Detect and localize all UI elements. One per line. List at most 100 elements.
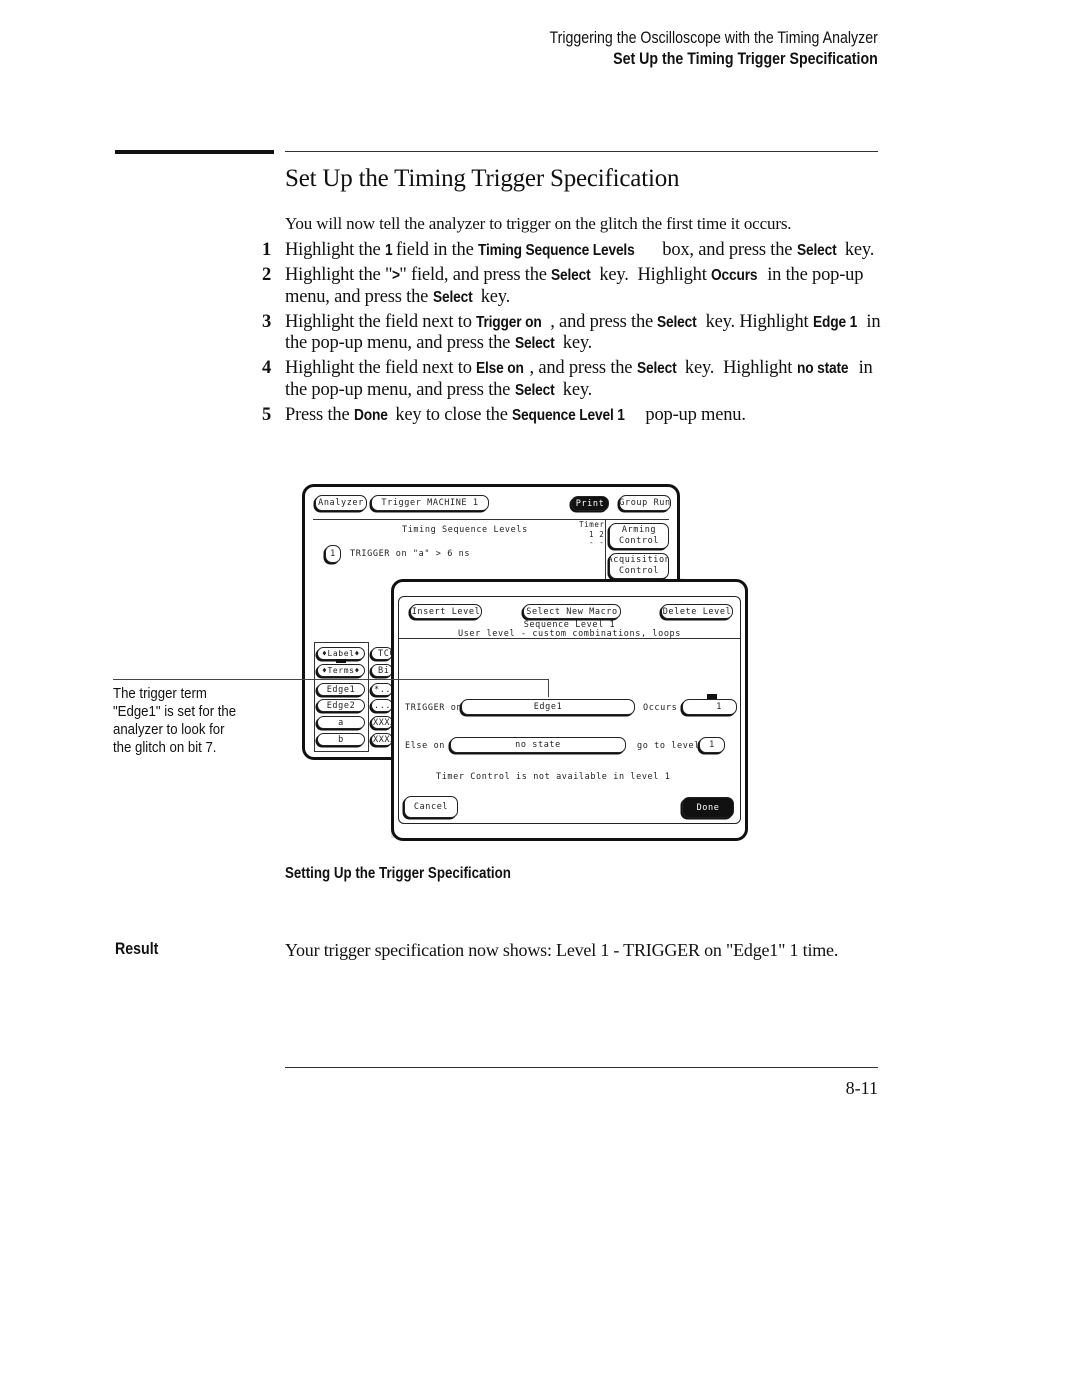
ui-keyword: Edge 1 (812, 313, 858, 331)
step-text-run: , and press the (550, 311, 658, 332)
section-title: Set Up the Timing Trigger Specification (285, 165, 680, 192)
arming-control-button[interactable]: Arming Control (609, 523, 669, 549)
term-value-b[interactable]: XXXX (371, 733, 393, 746)
acquisition-control-line2: Control (618, 566, 660, 576)
term-a[interactable]: a (317, 716, 365, 729)
ui-keyword: Timing Sequence Levels (478, 242, 635, 259)
term-value-a[interactable]: XXXX (371, 716, 393, 729)
ui-keyword: Else on (476, 360, 524, 377)
callout-line-4: the glitch on bit 7. (113, 739, 217, 756)
group-run-button[interactable]: Group Run (619, 495, 671, 511)
insert-level-button[interactable]: Insert Level (410, 604, 482, 619)
ui-keyword: Done (353, 406, 388, 424)
level-1-button[interactable]: 1 (325, 545, 341, 563)
step-item: 3 Highlight the field next to Trigger on,… (262, 312, 882, 355)
term-b[interactable]: b (317, 733, 365, 746)
ui-keyword: Select (551, 267, 591, 284)
step-number: 4 (262, 358, 272, 378)
step-text-run: key. Highlight (594, 265, 712, 285)
occurs-label: Occurs (643, 703, 678, 713)
go-to-level-field[interactable]: 1 (699, 737, 725, 753)
timer-label: Timer (579, 520, 605, 529)
intro-paragraph: You will now tell the analyzer to trigge… (285, 214, 792, 233)
else-on-label: Else on (405, 741, 446, 751)
step-text-run: pop-up menu. (641, 404, 746, 425)
step-text-run: key to close the (390, 404, 513, 425)
go-to-level-label: go to level (637, 741, 700, 751)
figure-caption: Setting Up the Trigger Specification (285, 865, 511, 882)
step-number: 5 (262, 404, 272, 425)
cancel-button[interactable]: Cancel (404, 796, 458, 818)
acquisition-control-button[interactable]: Acquisition Control (609, 553, 669, 579)
done-button[interactable]: Done (682, 797, 734, 818)
callout-leader-line (113, 679, 549, 680)
result-label: Result (115, 940, 159, 958)
arming-control-line1: Arming (621, 525, 657, 535)
callout-line-1: The trigger term (113, 685, 207, 702)
callout-line-3: analyzer to look for (113, 721, 225, 738)
step-text: Highlight the field next to Else on , and… (285, 358, 882, 401)
step-text-run: field in the (391, 240, 479, 260)
else-on-field[interactable]: no state (450, 737, 626, 753)
terms-button[interactable]: ♦Terms♦ (317, 664, 365, 677)
section-header: Set Up the Timing Trigger Specification (613, 50, 878, 68)
section-rule-thin (285, 151, 878, 152)
trigger-on-label: TRIGGER on (405, 703, 463, 713)
term-value-edge2[interactable]: ... (371, 699, 393, 712)
chapter-title: Triggering the Oscilloscope with the Tim… (549, 29, 878, 47)
step-text-run: key. (558, 333, 593, 353)
step-text-run: " field, and press the (399, 265, 552, 285)
popup-divider (399, 638, 740, 639)
print-button[interactable]: Print (571, 496, 609, 511)
page-number: 8-11 (845, 1078, 878, 1098)
timing-sequence-title: Timing Sequence Levels (402, 525, 528, 535)
step-text-run: box, and press the (657, 240, 797, 260)
callout-line-2: "Edge1" is set for the (113, 703, 237, 720)
callout-leader-tick (548, 679, 549, 697)
section-rule-thick (115, 150, 274, 154)
trigger-on-field[interactable]: Edge1 (461, 699, 635, 715)
ui-keyword: Select (636, 360, 677, 377)
step-text-run: Press the (285, 404, 354, 425)
running-header: Triggering the Oscilloscope with the Tim… (550, 28, 878, 70)
ui-keyword: Trigger on (476, 313, 542, 331)
step-text-run: key. (558, 379, 593, 400)
occurs-field[interactable]: 1 (682, 699, 737, 715)
sequence-level-popup: Insert Level Select New Macro Delete Lev… (391, 579, 748, 841)
step-text-run: key. Highlight (701, 311, 813, 332)
connector-icon (336, 659, 346, 663)
side-divider (605, 519, 606, 581)
footer-rule (285, 1067, 878, 1068)
analyzer-button[interactable]: Analyzer (315, 495, 367, 511)
level-1-description: TRIGGER on "a" > 6 ns (350, 549, 471, 559)
result-text: Your trigger specification now shows: Le… (285, 940, 839, 960)
trigger-machine-button[interactable]: Trigger MACHINE 1 (371, 495, 489, 511)
step-item: 1 Highlight the 1 field in the Timing Seq… (262, 240, 882, 262)
step-text-run: Highlight the (285, 240, 385, 260)
term-edge1[interactable]: Edge1 (317, 683, 365, 696)
delete-level-button[interactable]: Delete Level (661, 604, 733, 619)
callout-text: The trigger term "Edge1" is set for the … (113, 685, 245, 757)
ui-keyword: Select (514, 381, 555, 399)
step-item: 5 Press the Done key to close the Sequenc… (262, 405, 882, 427)
ui-keyword: Select (657, 313, 697, 331)
step-text: Highlight the field next to Trigger on , … (285, 312, 882, 355)
step-text-run: Highlight the " (285, 265, 393, 285)
ui-keyword: > (392, 267, 401, 284)
step-text-run: Highlight the field next to (285, 358, 477, 378)
step-text-run: key. (476, 286, 511, 307)
step-text: Press the Done key to close the Sequence… (285, 405, 882, 427)
term-edge2[interactable]: Edge2 (317, 699, 365, 712)
term-value-edge1[interactable]: *.. (371, 683, 393, 696)
step-number: 1 (262, 240, 272, 260)
ui-keyword: Select (514, 335, 555, 352)
ui-keyword: Select (796, 242, 837, 259)
step-text-run: key. Highlight (680, 358, 797, 378)
term-value-bin[interactable]: Bi (371, 664, 393, 677)
select-new-macro-button[interactable]: Select New Macro (523, 604, 621, 619)
step-number: 3 (262, 311, 272, 332)
term-value-tcc[interactable]: TCC (371, 647, 393, 660)
ui-keyword: 1 (384, 242, 393, 259)
step-number: 2 (262, 265, 272, 285)
ui-keyword: no state (796, 360, 849, 377)
